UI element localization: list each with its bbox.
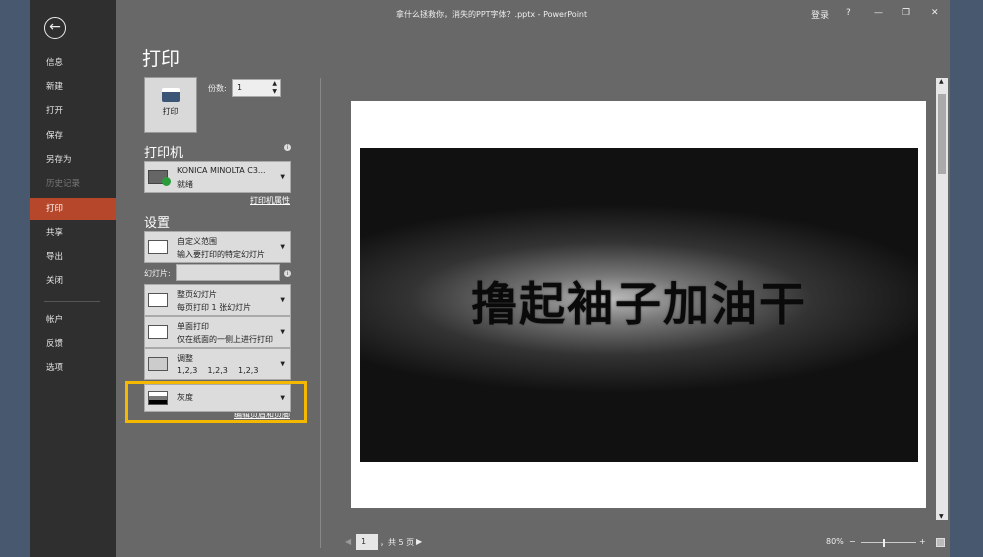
info-icon[interactable]: i <box>284 144 291 151</box>
nav-export[interactable]: 导出 <box>30 246 116 268</box>
nav-history: 历史记录 <box>46 179 81 189</box>
zoom-out-icon[interactable]: − <box>849 537 856 546</box>
nav-save-as[interactable]: 另存为 <box>30 149 116 171</box>
copies-input[interactable]: 1 ▲ ▼ <box>232 79 281 97</box>
nav-account[interactable]: 帐户 <box>30 309 116 331</box>
nav-save[interactable]: 保存 <box>30 125 116 147</box>
scroll-up-icon[interactable]: ▲ <box>939 78 944 85</box>
sides-dropdown[interactable]: 单面打印 仅在纸面的一侧上进行打印 ▼ <box>144 316 291 348</box>
printer-status: 就绪 <box>177 180 193 189</box>
back-button[interactable]: ← <box>44 17 66 39</box>
close-button[interactable]: ✕ <box>931 8 939 18</box>
next-page-icon[interactable]: ▶ <box>416 537 422 546</box>
printer-dropdown[interactable]: KONICA MINOLTA C3... 就绪 ▼ <box>144 161 291 193</box>
print-button[interactable]: 打印 <box>144 77 197 133</box>
highlight-box <box>125 381 307 423</box>
chevron-down-icon: ▼ <box>280 243 285 251</box>
nav-share[interactable]: 共享 <box>30 222 116 244</box>
nav-new[interactable]: 新建 <box>30 76 116 98</box>
zoom-in-icon[interactable]: + <box>919 537 926 546</box>
nav-options[interactable]: 选项 <box>30 357 116 379</box>
printer-properties-link[interactable]: 打印机属性 <box>250 195 290 206</box>
nav-close[interactable]: 关闭 <box>30 270 116 292</box>
page-title: 打印 <box>142 48 181 70</box>
nav-print[interactable]: 打印 <box>30 198 116 220</box>
printer-ready-icon <box>148 170 171 186</box>
scroll-down-icon[interactable]: ▼ <box>939 513 944 520</box>
zoom-level[interactable]: 80% <box>826 537 844 546</box>
sides-title: 单面打印 <box>177 322 209 331</box>
chevron-down-icon: ▼ <box>280 360 285 368</box>
prev-page-icon[interactable]: ◀ <box>345 537 351 546</box>
printer-icon <box>161 88 180 102</box>
preview-scrollbar[interactable]: ▲ ▼ <box>936 78 948 520</box>
left-border <box>0 0 30 557</box>
divider <box>44 301 100 302</box>
print-button-label: 打印 <box>162 107 179 116</box>
copies-value: 1 <box>237 83 243 92</box>
divider <box>320 78 321 548</box>
chevron-down-icon: ▼ <box>280 328 285 336</box>
settings-heading: 设置 <box>144 216 171 231</box>
nav-open[interactable]: 打开 <box>30 100 116 122</box>
slide-title-text: 撸起袖子加油干 <box>471 277 807 331</box>
spin-arrows-icon[interactable]: ▲ ▼ <box>272 80 277 96</box>
backstage-sidebar: ← 信息 新建 打开 保存 另存为 历史记录 打印 共享 导出 关闭 帐户 反馈… <box>30 0 116 557</box>
page-number-input[interactable]: 1 <box>356 534 378 550</box>
range-subtitle: 输入要打印的特定幻灯片 <box>177 250 265 259</box>
copies-label: 份数: <box>208 84 227 93</box>
one-sided-icon <box>148 325 168 339</box>
sign-in-link[interactable]: 登录 <box>811 8 829 21</box>
collate-title: 调整 <box>177 354 193 363</box>
info-icon[interactable]: i <box>284 270 291 277</box>
chevron-down-icon: ▼ <box>280 296 285 304</box>
print-preview-page: 撸起袖子加油干 <box>351 101 926 508</box>
print-pane: 拿什么拯救你，消失的PPT字体？.pptx - PowerPoint 登录 ? … <box>116 0 950 557</box>
scrollbar-thumb[interactable] <box>938 94 946 174</box>
zoom-slider[interactable] <box>861 539 916 547</box>
sides-subtitle: 仅在纸面的一侧上进行打印 <box>177 335 273 344</box>
slides-input[interactable] <box>176 264 280 281</box>
help-button[interactable]: ? <box>846 8 851 18</box>
range-title: 自定义范围 <box>177 237 217 246</box>
nav-info[interactable]: 信息 <box>30 52 116 74</box>
title-bar: 拿什么拯救你，消失的PPT字体？.pptx - PowerPoint 登录 ? … <box>116 0 950 28</box>
layout-title: 整页幻灯片 <box>177 290 217 299</box>
layout-subtitle: 每页打印 1 张幻灯片 <box>177 303 252 312</box>
slides-label: 幻灯片: <box>144 269 171 278</box>
minimize-button[interactable]: — <box>874 8 883 18</box>
slide-preview-image: 撸起袖子加油干 <box>360 148 918 462</box>
collate-icon <box>148 357 168 371</box>
nav-feedback[interactable]: 反馈 <box>30 333 116 355</box>
page-total: ，共 5 页 <box>380 538 415 547</box>
custom-range-icon <box>148 240 168 254</box>
chevron-down-icon: ▼ <box>280 173 285 181</box>
restore-button[interactable]: ❐ <box>902 8 910 18</box>
printer-heading: 打印机 <box>144 146 184 161</box>
print-range-dropdown[interactable]: 自定义范围 输入要打印的特定幻灯片 ▼ <box>144 231 291 263</box>
collate-dropdown[interactable]: 调整 1,2,3 1,2,3 1,2,3 ▼ <box>144 348 291 380</box>
printer-name: KONICA MINOLTA C3... <box>177 166 266 175</box>
fit-to-window-icon[interactable] <box>936 538 945 547</box>
right-border <box>950 0 983 557</box>
window-title: 拿什么拯救你，消失的PPT字体？.pptx - PowerPoint <box>396 10 588 19</box>
collate-subtitle: 1,2,3 1,2,3 1,2,3 <box>177 366 259 375</box>
layout-dropdown[interactable]: 整页幻灯片 每页打印 1 张幻灯片 ▼ <box>144 284 291 316</box>
full-page-slide-icon <box>148 293 168 307</box>
